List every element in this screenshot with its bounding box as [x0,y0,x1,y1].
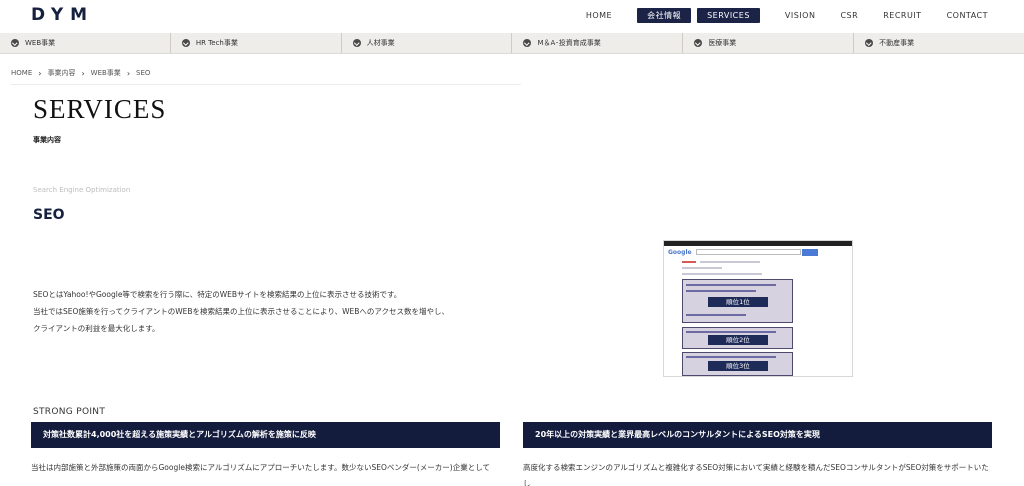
nav-home[interactable]: HOME [586,8,612,23]
serp-line [700,261,760,263]
section-title: SEO [33,207,65,223]
strong-point-text-1: 当社は内部施策と外部施策の両面からGoogle検索にアルゴリズムにアプローチいた… [31,463,490,472]
rank-badge: 順位3位 [708,361,768,371]
result-line [686,314,746,316]
chevron-circle-icon [352,39,361,47]
subnav-label: M＆A･投資育成事業 [537,39,601,47]
breadcrumb-current: SEO [136,69,151,77]
search-bar: Google [664,246,852,258]
chevron-circle-icon [694,39,703,47]
chevron-circle-icon [11,39,19,47]
subnav-item-realestate[interactable]: 不動産事業 [853,33,1024,53]
rank-badge: 順位2位 [708,335,768,345]
subnav-item-hrtech[interactable]: HR Tech事業 [169,33,341,53]
seo-description: SEOとはYahoo!やGoogle等で検索を行う際に、特定のWEBサイトを検索… [33,286,449,337]
section-en-label: Search Engine Optimization [33,186,131,194]
breadcrumb-home[interactable]: HOME [11,69,32,77]
strong-point-text-2: 高度化する検索エンジンのアルゴリズムと複雑化するSEO対策において実績と経験を積… [523,463,989,486]
serp-line [682,267,722,269]
breadcrumb: HOME › 事業内容 › WEB事業 › SEO [11,68,150,78]
search-engine-logo: Google [668,248,692,256]
subnav-label: 不動産事業 [879,39,915,47]
subnav-label: 人材事業 [366,39,395,47]
serp-result-3: 順位3位 [682,352,793,376]
chevron-circle-icon [865,39,874,47]
site-header: DYM HOME 会社情報 SERVICES VISION CSR RECRUI… [0,0,1024,33]
description-line: クライアントの利益を最大化します。 [33,324,160,333]
nav-recruit[interactable]: RECRUIT [883,8,921,23]
description-line: 当社ではSEO施策を行ってクライアントのWEBを検索結果の上位に表示させることに… [33,307,449,316]
page-title: SERVICES [33,94,167,124]
breadcrumb-services[interactable]: 事業内容 [47,68,75,78]
strong-point-label: STRONG POINT [33,407,106,417]
chevron-circle-icon [523,39,532,47]
chevron-right-icon: › [38,68,42,78]
divider [11,84,521,85]
subnav-label: HR Tech事業 [195,39,238,47]
breadcrumb-web[interactable]: WEB事業 [91,68,121,78]
subnav-label: 医療事業 [708,39,737,47]
subnav-item-web[interactable]: WEB事業 [0,33,170,53]
nav-services[interactable]: SERVICES [697,8,760,23]
nav-csr[interactable]: CSR [840,8,858,23]
chevron-right-icon: › [81,68,85,78]
subnav-item-medical[interactable]: 医療事業 [682,33,853,53]
rank-badge: 順位1位 [708,297,768,307]
nav-vision[interactable]: VISION [785,8,816,23]
serp-illustration: Google 順位1位 順位2位 順位3位 [663,240,853,377]
subnav-item-ma[interactable]: M＆A･投資育成事業 [511,33,682,53]
serp-line [682,273,762,275]
serp-result-2: 順位2位 [682,327,793,349]
result-line [686,356,776,358]
nav-contact[interactable]: CONTACT [947,8,988,23]
subnav-label: WEB事業 [25,39,56,47]
serp-line [682,261,696,263]
strong-point-heading-1: 対策社数累計4,000社を超える施策実績とアルゴリズムの解析を施策に反映 [31,422,500,448]
serp-result-1: 順位1位 [682,279,793,323]
result-line [686,290,756,292]
strong-point-heading-2: 20年以上の対策実績と業界最高レベルのコンサルタントによるSEO対策を実現 [523,422,992,448]
description-line: SEOとはYahoo!やGoogle等で検索を行う際に、特定のWEBサイトを検索… [33,290,402,299]
search-button [801,248,818,256]
global-nav: HOME 会社情報 SERVICES VISION CSR RECRUIT CO… [561,8,988,23]
result-line [686,284,776,286]
chevron-right-icon: › [126,68,131,78]
page-subtitle: 事業内容 [33,136,61,144]
search-box [695,249,801,255]
dym-logo[interactable]: DYM [31,5,94,25]
nav-company[interactable]: 会社情報 [637,8,692,23]
business-subnav: WEB事業 HR Tech事業 人材事業 M＆A･投資育成事業 医療事業 不動産… [0,33,1024,54]
subnav-item-hr[interactable]: 人材事業 [340,33,512,53]
chevron-circle-icon [181,39,190,47]
result-line [686,331,776,333]
